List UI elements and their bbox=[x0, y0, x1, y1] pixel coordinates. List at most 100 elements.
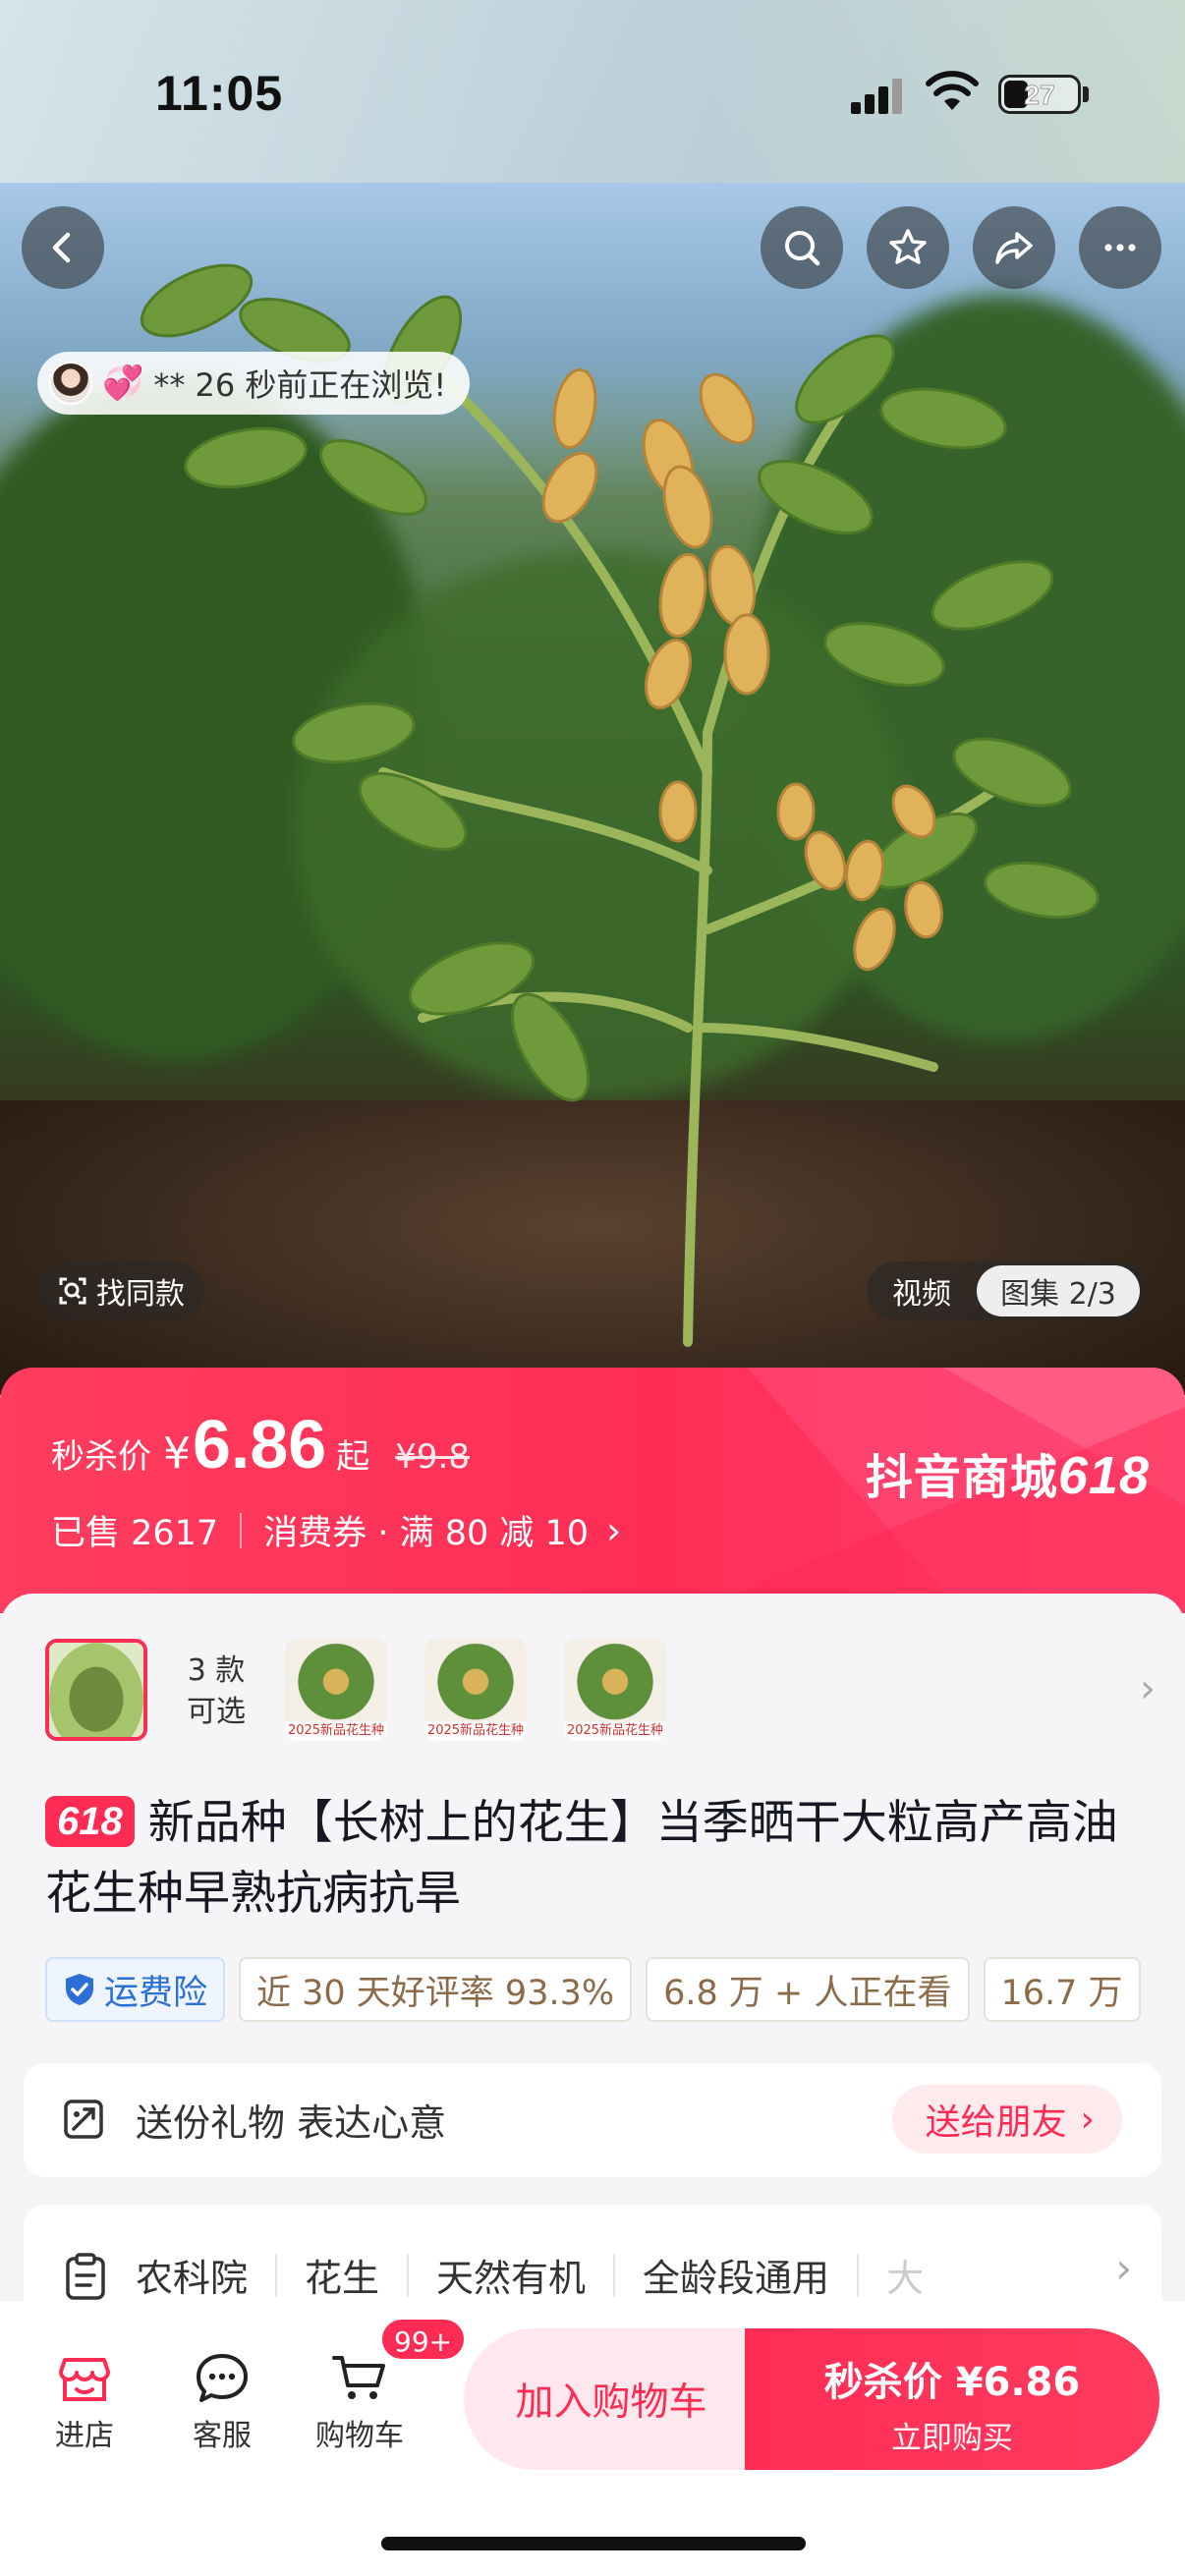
attribute-item: 花生 bbox=[305, 2257, 380, 2300]
rating-chip[interactable]: 近 30 天好评率 93.3% bbox=[239, 1957, 633, 2022]
wifi-icon bbox=[926, 71, 979, 110]
scan-search-icon bbox=[59, 1277, 86, 1305]
search-button[interactable] bbox=[761, 206, 843, 289]
store-label: 进店 bbox=[55, 2419, 114, 2453]
event-tag-618: 618 bbox=[45, 1796, 135, 1847]
thumb-caption: 2025新品花生种 bbox=[285, 1721, 387, 1741]
price-amount: 6.86 bbox=[193, 1406, 327, 1483]
cart-count-badge: 99+ bbox=[379, 2317, 468, 2362]
divider bbox=[407, 2253, 410, 2297]
store-button[interactable]: 进店 bbox=[35, 2348, 134, 2454]
cart-icon bbox=[332, 2356, 385, 2399]
back-icon bbox=[52, 232, 71, 263]
divider bbox=[857, 2253, 860, 2297]
battery-icon: 27 bbox=[998, 75, 1081, 114]
product-highlights: 运费险 近 30 天好评率 93.3% 6.8 万 + 人正在看 16.7 万 bbox=[45, 1957, 1185, 2026]
variant-thumb[interactable]: 2025新品花生种 bbox=[424, 1639, 527, 1741]
find-same-label: 找同款 bbox=[96, 1277, 185, 1312]
douyin-mall-618-logo: 抖音商城618 bbox=[866, 1438, 1150, 1507]
status-time: 11:05 bbox=[155, 66, 284, 121]
status-bar: 11:05 27 bbox=[0, 0, 1185, 183]
variant-count-line2: 可选 bbox=[187, 1695, 246, 1729]
mall-brand-event: 618 bbox=[1057, 1446, 1150, 1505]
favorite-button[interactable] bbox=[867, 206, 949, 289]
clipboard-icon bbox=[66, 2253, 105, 2300]
cart-button[interactable]: 购物车 bbox=[310, 2348, 409, 2454]
send-to-friend-button[interactable]: 送给朋友 › bbox=[891, 2085, 1122, 2154]
thumb-caption: 2025新品花生种 bbox=[424, 1721, 527, 1741]
customer-service-label: 客服 bbox=[193, 2419, 252, 2453]
buy-now-label: 立即购买 bbox=[891, 2421, 1013, 2456]
find-same-button[interactable]: 找同款 bbox=[37, 1261, 204, 1320]
chevron-right-icon[interactable]: › bbox=[1103, 2244, 1132, 2292]
star-icon bbox=[889, 229, 927, 264]
chevron-right-icon: › bbox=[1080, 2099, 1095, 2140]
stat-chip[interactable]: 16.7 万 bbox=[983, 1957, 1141, 2022]
gift-card[interactable]: 送份礼物 表达心意 送给朋友 › bbox=[24, 2063, 1161, 2177]
media-tab-switch: 视频 图集 2/3 bbox=[867, 1261, 1148, 1320]
more-icon bbox=[1104, 244, 1136, 252]
variant-thumb[interactable]: 2025新品花生种 bbox=[564, 1639, 666, 1741]
recent-viewer-notice: 💞 ** 26 秒前正在浏览! bbox=[37, 352, 471, 415]
customer-service-button[interactable]: 客服 bbox=[173, 2348, 271, 2454]
shipping-insurance-label: 运费险 bbox=[104, 1973, 208, 2013]
variant-count-line1: 3 款 bbox=[187, 1653, 246, 1688]
store-icon bbox=[59, 2358, 110, 2401]
gift-icon bbox=[64, 2100, 103, 2139]
battery-tip bbox=[1083, 86, 1089, 102]
price-label: 秒杀价 bbox=[51, 1437, 151, 1477]
gift-text: 送份礼物 表达心意 bbox=[136, 2101, 447, 2145]
add-to-cart-button[interactable]: 加入购物车 bbox=[464, 2328, 759, 2470]
search-icon bbox=[785, 231, 820, 266]
share-button[interactable] bbox=[973, 206, 1055, 289]
product-image-gallery[interactable]: 11:05 27 💞 ** 26 秒前正在浏览! 找同款 视频 图集 2/3 bbox=[0, 0, 1185, 1395]
divider bbox=[275, 2253, 278, 2297]
divider bbox=[613, 2253, 616, 2297]
send-to-friend-label: 送给朋友 bbox=[925, 2102, 1067, 2143]
price-row: 秒杀价 ¥ 6.86 起 ¥9.8 bbox=[51, 1405, 470, 1484]
tab-gallery[interactable]: 图集 2/3 bbox=[977, 1265, 1140, 1316]
variant-thumb[interactable]: 2025新品花生种 bbox=[285, 1639, 387, 1741]
price-currency: ¥ bbox=[163, 1428, 191, 1479]
original-price: ¥9.8 bbox=[395, 1437, 470, 1477]
add-to-cart-label: 加入购物车 bbox=[515, 2380, 707, 2425]
chat-bubble-icon bbox=[197, 2354, 248, 2402]
thumb-caption: 2025新品花生种 bbox=[564, 1721, 666, 1741]
battery-percent: 27 bbox=[1024, 80, 1055, 111]
share-icon bbox=[995, 232, 1033, 264]
buy-now-button[interactable]: 秒杀价 ¥6.86 立即购买 bbox=[745, 2328, 1159, 2470]
sales-coupon-row[interactable]: 已售 2617 消费券 · 满 80 减 10 › bbox=[51, 1505, 621, 1555]
home-indicator[interactable] bbox=[381, 2537, 806, 2550]
attribute-item: 农科院 bbox=[136, 2257, 249, 2300]
divider bbox=[240, 1512, 243, 1548]
cellular-signal-icon bbox=[851, 79, 902, 114]
back-button[interactable] bbox=[22, 206, 104, 289]
variant-selector[interactable]: 3 款 可选 2025新品花生种 2025新品花生种 2025新品花生种 › bbox=[45, 1639, 1156, 1749]
variant-thumb-selected[interactable] bbox=[45, 1639, 147, 1741]
flash-sale-price-banner: 秒杀价 ¥ 6.86 起 ¥9.8 已售 2617 消费券 · 满 80 减 1… bbox=[0, 1368, 1185, 1613]
viewer-avatar bbox=[49, 362, 92, 405]
more-button[interactable] bbox=[1079, 206, 1161, 289]
product-title-text: 新品种【长树上的花生】当季晒干大粒高产高油花生种早熟抗病抗旱 bbox=[45, 1796, 1118, 1921]
sold-count: 已售 2617 bbox=[51, 1514, 219, 1553]
product-title: 618 新品种【长树上的花生】当季晒干大粒高产高油花生种早熟抗病抗旱 bbox=[45, 1788, 1150, 1930]
shield-check-icon bbox=[66, 1974, 93, 2005]
attribute-item: 天然有机 bbox=[436, 2257, 587, 2300]
attribute-item: 大 bbox=[886, 2257, 925, 2300]
heart-icon: 💞 bbox=[102, 364, 144, 403]
cart-label: 购物车 bbox=[315, 2419, 404, 2453]
chevron-right-icon[interactable]: › bbox=[1140, 1666, 1156, 1711]
coupon-text: 消费券 · 满 80 减 10 bbox=[263, 1514, 590, 1553]
peanut-thumbnail bbox=[49, 1643, 143, 1737]
viewer-notice-text: ** 26 秒前正在浏览! bbox=[153, 366, 447, 404]
buy-now-price: 秒杀价 ¥6.86 bbox=[823, 2360, 1081, 2405]
viewers-chip[interactable]: 6.8 万 + 人正在看 bbox=[646, 1957, 970, 2022]
bottom-action-bar: 进店 客服 购物车 99+ 加入购物车 秒杀价 ¥6.86 立即购买 bbox=[0, 2301, 1185, 2576]
shipping-insurance-chip[interactable]: 运费险 bbox=[45, 1957, 226, 2022]
attribute-list: 农科院 花生 天然有机 全龄段通用 大 bbox=[136, 2248, 951, 2302]
attribute-item: 全龄段通用 bbox=[643, 2257, 830, 2300]
chevron-right-icon: › bbox=[606, 1508, 622, 1552]
variant-count: 3 款 可选 bbox=[167, 1651, 265, 1733]
price-suffix: 起 bbox=[336, 1437, 370, 1477]
tab-video[interactable]: 视频 bbox=[867, 1269, 977, 1313]
